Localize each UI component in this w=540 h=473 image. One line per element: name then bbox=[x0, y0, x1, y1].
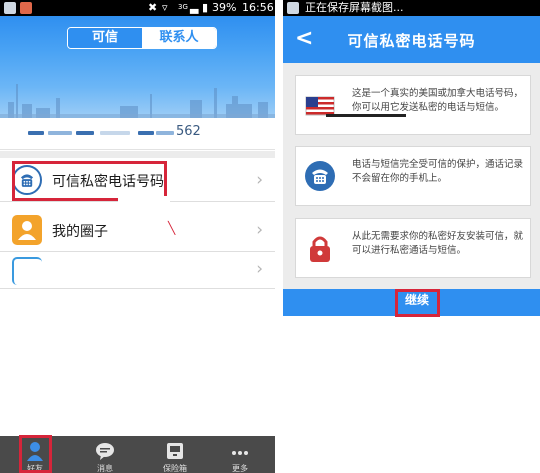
annotation-mark: ╲ bbox=[168, 221, 176, 235]
status-bar: ✖ ▿ 3G ▃ ▮ 39% 16:56 bbox=[0, 0, 275, 16]
redacted-text bbox=[100, 131, 130, 135]
wifi-icon: ▿ bbox=[162, 1, 168, 14]
chat-icon bbox=[96, 443, 114, 460]
skyline-illustration bbox=[0, 84, 275, 118]
tab-label: 更多 bbox=[232, 464, 248, 473]
card-text: 这是一个真实的美国或加拿大电话号码，你可以用它发送私密的电话与短信。 bbox=[352, 88, 524, 113]
more-icon bbox=[232, 451, 248, 455]
chevron-right-icon: › bbox=[256, 170, 263, 190]
tab-label: 保险箱 bbox=[163, 464, 187, 473]
network-type: 3G bbox=[178, 3, 188, 11]
signal-icon: ▃ bbox=[190, 1, 199, 14]
tab-messages[interactable]: 消息 bbox=[75, 436, 135, 473]
app-icon bbox=[20, 2, 32, 14]
page-header: < 可信私密电话号码 bbox=[283, 16, 540, 63]
screenshot-notice: 正在保存屏幕截图... bbox=[305, 1, 404, 14]
phone-number-suffix: 562 bbox=[176, 124, 201, 139]
redacted-text bbox=[138, 131, 154, 135]
tab-label: 消息 bbox=[97, 464, 113, 473]
redacted-text bbox=[156, 131, 174, 135]
card-text: 从此无需要求你的私密好友安装可信，就可以进行私密通话与短信。 bbox=[352, 231, 524, 256]
section-gap bbox=[0, 151, 275, 158]
redacted-text bbox=[76, 131, 94, 135]
tab-trusted[interactable]: 可信 bbox=[68, 28, 142, 48]
info-card: 从此无需要求你的私密好友安装可信，就可以进行私密通话与短信。 bbox=[295, 218, 531, 278]
tab-safe[interactable]: 保险箱 bbox=[145, 436, 205, 473]
row-label: 我的圈子 bbox=[52, 224, 108, 240]
status-bar: 正在保存屏幕截图... bbox=[283, 0, 540, 16]
row-my-circle[interactable]: 我的圈子 ╲ › bbox=[0, 208, 275, 252]
info-card: 这是一个真实的美国或加拿大电话号码，你可以用它发送私密的电话与短信。 bbox=[295, 75, 531, 135]
battery-percent: 39% bbox=[212, 1, 237, 14]
phone-icon bbox=[305, 161, 335, 191]
highlight-box bbox=[12, 161, 167, 201]
gallery-icon bbox=[4, 2, 16, 14]
row-partial[interactable]: › bbox=[0, 253, 275, 289]
panel-divider bbox=[275, 0, 283, 473]
redacted-text bbox=[48, 131, 72, 135]
clock: 16:56 bbox=[242, 1, 274, 14]
chevron-right-icon: › bbox=[256, 259, 263, 279]
battery-icon: ▮ bbox=[202, 1, 209, 14]
page-title: 可信私密电话号码 bbox=[347, 32, 476, 50]
gallery-icon bbox=[287, 2, 299, 14]
safe-icon bbox=[167, 443, 183, 459]
mute-icon: ✖ bbox=[148, 1, 158, 14]
segmented-tabs: 可信 联系人 bbox=[67, 27, 217, 49]
highlight-box bbox=[395, 289, 440, 317]
highlight-box bbox=[19, 435, 52, 473]
mask bbox=[118, 196, 170, 204]
left-screen: ✖ ▿ 3G ▃ ▮ 39% 16:56 可信 联系人 562 可信私密电话号码… bbox=[0, 0, 275, 473]
circle-icon bbox=[12, 215, 42, 245]
app-icon bbox=[12, 257, 42, 285]
app-header: 可信 联系人 bbox=[0, 16, 275, 118]
lock-icon bbox=[310, 236, 330, 262]
tab-contacts[interactable]: 联系人 bbox=[142, 28, 216, 48]
profile-row[interactable]: 562 bbox=[0, 118, 275, 150]
info-panel: 这是一个真实的美国或加拿大电话号码，你可以用它发送私密的电话与短信。 电话与短信… bbox=[283, 63, 540, 289]
tab-more[interactable]: 更多 bbox=[210, 436, 270, 473]
redacted-text bbox=[28, 131, 44, 135]
card-text: 电话与短信完全受可信的保护，通话记录不会留在你的手机上。 bbox=[352, 159, 524, 184]
info-card: 电话与短信完全受可信的保护，通话记录不会留在你的手机上。 bbox=[295, 146, 531, 206]
right-screen: 正在保存屏幕截图... < 可信私密电话号码 这是一个真实的美国或加拿大电话号码… bbox=[283, 0, 540, 473]
chevron-right-icon: › bbox=[256, 220, 263, 240]
continue-bar: 继续 bbox=[283, 289, 540, 317]
